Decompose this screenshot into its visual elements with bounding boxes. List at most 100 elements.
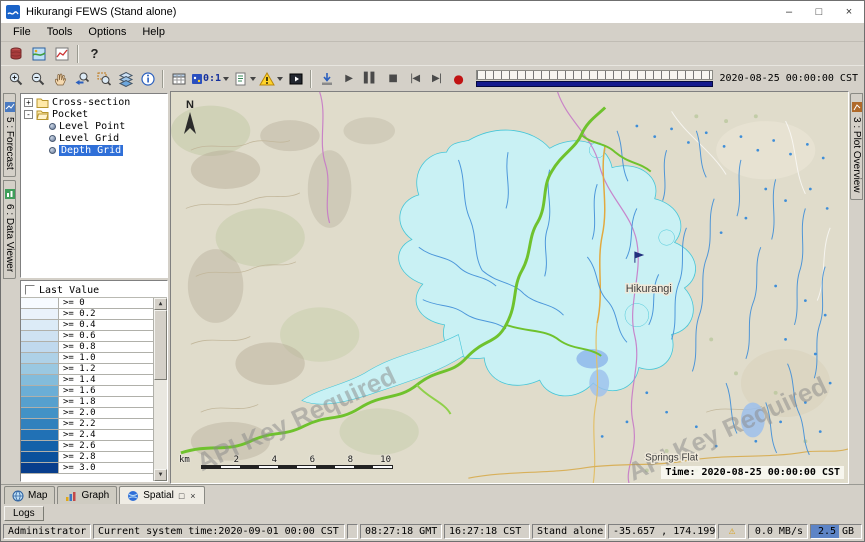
tab-forecast-label: 5 : Forecast [4, 117, 15, 170]
tree-item-cross-section[interactable]: + Cross-section [21, 96, 167, 108]
tab-graph-label: Graph [81, 490, 109, 501]
window-controls: – □ × [774, 1, 864, 23]
close-panel-icon[interactable]: × [189, 491, 196, 501]
legend-row: >= 2.8 [21, 452, 153, 463]
legend-row-label: >= 1.8 [59, 397, 153, 407]
profile-display-dropdown[interactable] [231, 69, 257, 89]
legend-body: >= 0 >= 0.2 >= 0.4 [21, 297, 167, 481]
legend-panel: Last Value >= 0 >= 0.2 [20, 280, 168, 482]
help-icon[interactable]: ? [84, 44, 105, 64]
layers-glyph [118, 71, 134, 87]
scrollbar-thumb[interactable] [154, 310, 167, 380]
tab-map-label: Map [28, 490, 47, 501]
timeline-slider[interactable] [476, 70, 712, 87]
map-canvas[interactable]: API Key Required API Key Required Hikura… [171, 92, 848, 483]
left-panel: + Cross-section - Pocket Level Point Lev… [18, 91, 170, 484]
menu-bar: FileToolsOptionsHelp [1, 23, 864, 42]
zoom-in-icon[interactable] [5, 69, 26, 89]
warning-display-dropdown[interactable] [258, 69, 284, 89]
tab-forecast[interactable]: 5 : Forecast [3, 93, 16, 177]
record-button[interactable]: ● [448, 69, 469, 89]
layer-node-icon [49, 147, 56, 154]
info-icon[interactable] [137, 69, 158, 89]
tree-item-label: Level Point [59, 121, 125, 132]
tree-item-pocket[interactable]: - Pocket [21, 108, 167, 120]
database-icon[interactable] [5, 44, 26, 64]
scroll-down-icon[interactable]: ▼ [154, 469, 167, 481]
tab-graph[interactable]: Graph [57, 486, 117, 504]
scrollbar-track[interactable] [154, 310, 167, 469]
main-area: 5 : Forecast 6 : Data Viewer + Cross-sec… [1, 91, 864, 484]
grid-display-glyph [171, 71, 187, 87]
minimize-button[interactable]: – [774, 1, 804, 23]
bottom-tab-bar: Map Graph Spatial □ × [1, 484, 864, 504]
export-glyph [319, 71, 335, 87]
label-threshold-dropdown[interactable]: 0:1 [190, 69, 230, 89]
status-system-time: Current system time:2020-09-01 00:00 CST [93, 524, 345, 539]
map-view[interactable]: API Key Required API Key Required Hikura… [170, 91, 849, 484]
export-animation-icon[interactable] [316, 69, 337, 89]
close-button[interactable]: × [834, 1, 864, 23]
zoom-out-icon[interactable] [27, 69, 48, 89]
menu-item[interactable]: Help [134, 25, 173, 39]
tree-item-depth-grid[interactable]: Depth Grid [21, 144, 167, 156]
main-toolbar: ? [1, 42, 864, 65]
logs-button[interactable]: Logs [4, 506, 44, 521]
grid-display-icon[interactable] [168, 69, 189, 89]
scroll-up-icon[interactable]: ▲ [154, 298, 167, 310]
chevron-down-icon [250, 77, 256, 81]
last-value-checkbox[interactable] [25, 285, 35, 295]
status-data-rate: 0.0 MB/s [748, 524, 808, 539]
layers-icon[interactable] [115, 69, 136, 89]
status-gmt-time: 08:27:18 GMT [360, 524, 442, 539]
status-warning-icon[interactable]: ⚠ [718, 524, 746, 539]
legend-scrollbar[interactable]: ▲ ▼ [153, 298, 167, 481]
tab-data-viewer[interactable]: 6 : Data Viewer [3, 180, 16, 279]
zoom-previous-icon[interactable] [71, 69, 92, 89]
map-display-icon[interactable] [28, 44, 49, 64]
zoom-rectangle-glyph [96, 71, 112, 87]
menu-item[interactable]: File [5, 25, 39, 39]
stop-button[interactable]: ■ [382, 69, 403, 89]
tab-map[interactable]: Map [4, 486, 55, 504]
status-user: Administrator [3, 524, 91, 539]
legend-rows: >= 0 >= 0.2 >= 0.4 [21, 298, 153, 481]
legend-row: >= 1.6 [21, 386, 153, 397]
animation-icon[interactable] [285, 69, 306, 89]
menu-item[interactable]: Tools [39, 25, 81, 39]
step-back-button[interactable]: |◀ [404, 69, 425, 89]
forecast-tab-icon [5, 102, 15, 112]
north-arrow: N [179, 96, 201, 138]
info-glyph [140, 71, 156, 87]
status-memory-gauge: 2.5 GB [810, 524, 862, 539]
app-window: Hikurangi FEWS (Stand alone) – □ × FileT… [0, 0, 865, 542]
scale-tick-label: 6 [277, 455, 315, 465]
zoom-rectangle-icon[interactable] [93, 69, 114, 89]
chart-display-icon[interactable] [51, 44, 72, 64]
tab-plot-overview-label: 3 : Plot Overview [851, 117, 862, 193]
tab-plot-overview[interactable]: 3 : Plot Overview [850, 93, 863, 200]
tree-item-level-point[interactable]: Level Point [21, 120, 167, 132]
record-glyph: ● [453, 72, 463, 86]
maximize-button[interactable]: □ [804, 1, 834, 23]
tab-spatial[interactable]: Spatial □ × [119, 486, 204, 504]
zoom-previous-glyph [74, 71, 90, 87]
scale-tick-label: 4 [239, 455, 277, 465]
step-forward-button[interactable]: ▶| [426, 69, 447, 89]
legend-row: >= 2.4 [21, 430, 153, 441]
chevron-down-icon [277, 77, 283, 81]
pan-icon[interactable] [49, 69, 70, 89]
float-panel-icon[interactable]: □ [178, 491, 185, 501]
collapse-icon[interactable]: - [24, 110, 33, 119]
scale-bar: km 246810 [179, 455, 393, 469]
data-viewer-tab-icon [5, 189, 15, 199]
left-tab-strip: 5 : Forecast 6 : Data Viewer [1, 91, 18, 484]
tree-item-level-grid[interactable]: Level Grid [21, 132, 167, 144]
legend-row-label: >= 1.2 [59, 364, 153, 374]
pause-button[interactable]: ▌▌ [360, 69, 381, 89]
play-button[interactable]: ▶ [338, 69, 359, 89]
menu-item[interactable]: Options [80, 25, 134, 39]
expand-icon[interactable]: + [24, 98, 33, 107]
legend-row-label: >= 3.0 [59, 463, 153, 473]
scale-tick-label: 8 [315, 455, 353, 465]
